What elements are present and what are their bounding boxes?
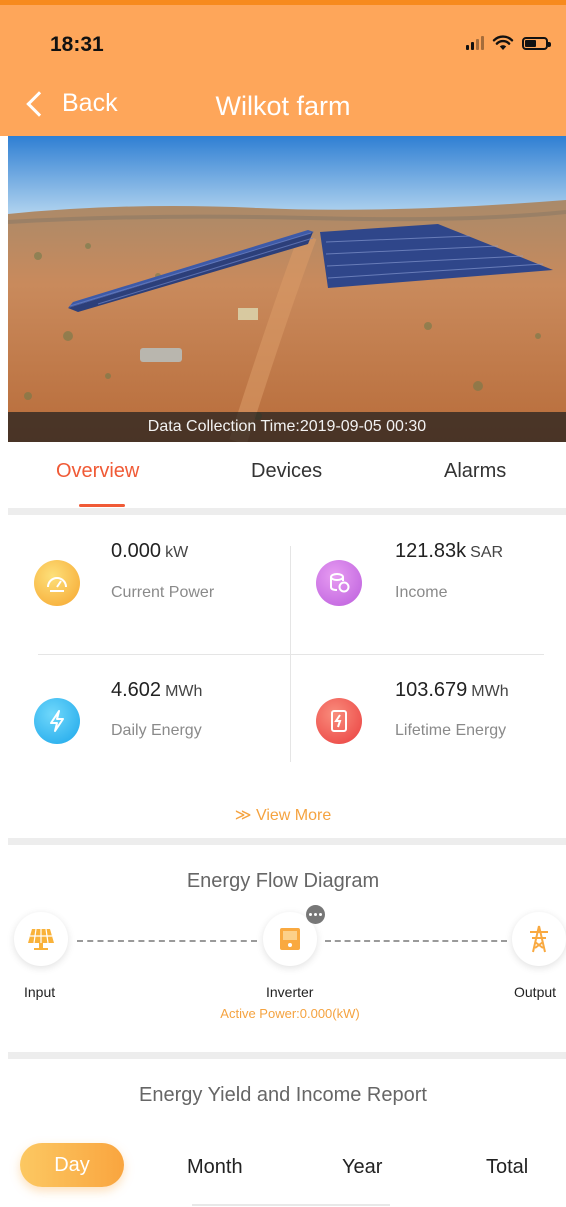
tab-alarms[interactable]: Alarms: [444, 460, 506, 483]
page-title: Wilkot farm: [215, 91, 351, 121]
kpi-value: 103.679 MWh: [395, 679, 509, 701]
period-year[interactable]: Year: [342, 1156, 382, 1179]
divider: [8, 508, 566, 515]
tab-bar: Overview Devices Alarms: [0, 442, 566, 514]
active-tab-indicator: [79, 504, 125, 507]
flow-line: [325, 940, 507, 942]
gauge-icon: [34, 560, 80, 606]
wifi-icon: [492, 35, 514, 50]
data-collection-time: Data Collection Time:2019-09-05 00:30: [8, 412, 566, 442]
flow-line: [77, 940, 257, 942]
kpi-label: Income: [395, 584, 448, 601]
status-icons: [466, 35, 551, 51]
kpi-value: 0.000 kW: [111, 540, 189, 562]
period-tabs: Day Month Year Total: [0, 1140, 566, 1190]
kpi-value: 121.83k SAR: [395, 540, 504, 562]
inverter-label: Inverter: [266, 984, 314, 1000]
input-node[interactable]: [14, 912, 68, 966]
battery-bolt-icon: [316, 698, 362, 744]
input-label: Input: [24, 984, 56, 1000]
kpi-label: Daily Energy: [111, 722, 202, 739]
kpi-grid: 0.000 kW Current Power 121.83k SAR Income …: [8, 520, 566, 800]
view-more-link[interactable]: ≫ View More: [0, 805, 566, 825]
divider: [8, 838, 566, 845]
active-power: Active Power:0.000(kW): [220, 1006, 360, 1021]
app-header: 18:31 Back Wilkot farm: [0, 0, 566, 136]
plant-photo: Data Collection Time:2019-09-05 00:30: [8, 136, 566, 442]
battery-icon: [522, 36, 551, 50]
kpi-label: Current Power: [111, 584, 215, 601]
solar-farm-image: [8, 136, 566, 442]
lightning-icon: [34, 698, 80, 744]
tab-overview[interactable]: Overview: [56, 460, 139, 483]
kpi-value: 4.602 MWh: [111, 679, 203, 701]
status-time: 18:31: [50, 33, 104, 56]
divider: [8, 1052, 566, 1059]
inverter-icon: [280, 928, 300, 950]
divider: [38, 654, 544, 655]
period-month[interactable]: Month: [187, 1156, 243, 1179]
output-node[interactable]: [512, 912, 566, 966]
cellular-signal-icon: [466, 36, 484, 50]
divider: [192, 1204, 390, 1206]
energy-flow-title: Energy Flow Diagram: [186, 870, 380, 892]
period-day[interactable]: Day: [20, 1143, 124, 1187]
kpi-label: Lifetime Energy: [395, 722, 507, 739]
more-icon[interactable]: [306, 905, 325, 924]
power-tower-icon: [530, 925, 548, 953]
period-total[interactable]: Total: [486, 1156, 528, 1179]
tab-devices[interactable]: Devices: [251, 460, 322, 483]
solar-panel-icon: [28, 928, 54, 950]
coins-icon: [316, 560, 362, 606]
output-label: Output: [514, 984, 557, 1000]
report-title: Energy Yield and Income Report: [139, 1084, 427, 1106]
